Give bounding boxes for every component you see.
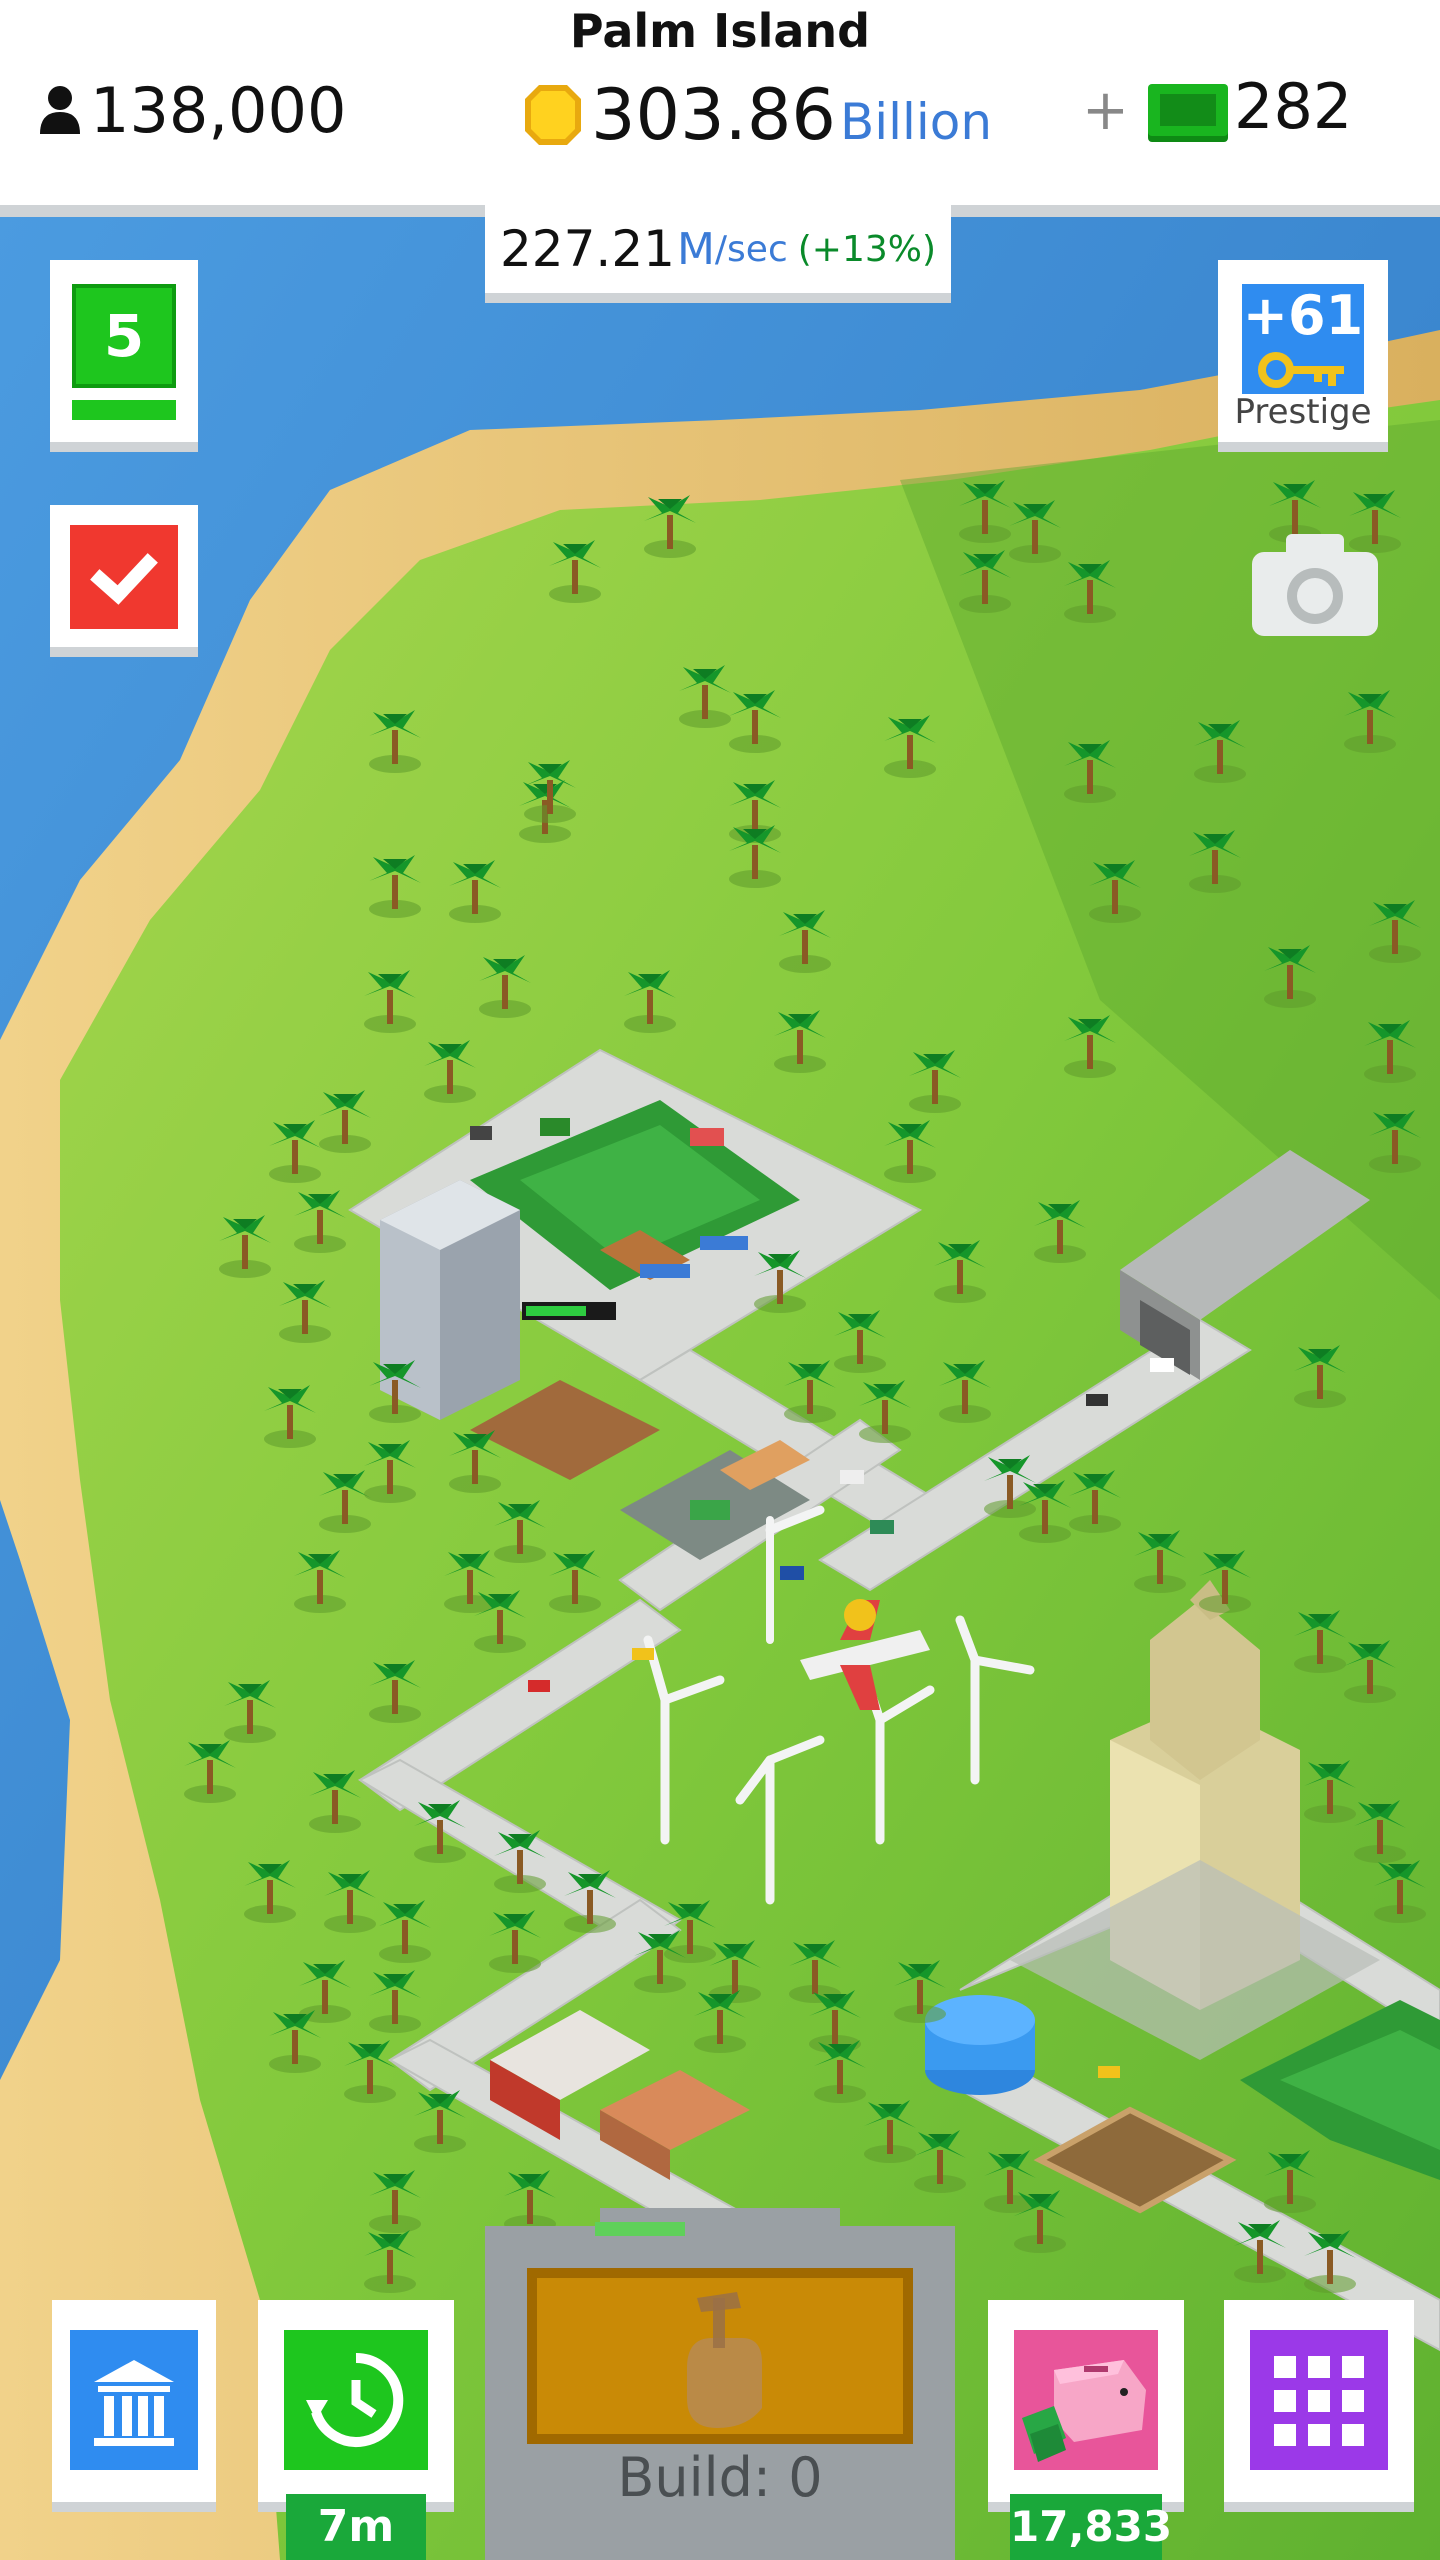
population-value: 138,000 — [90, 73, 347, 147]
bank-button[interactable] — [52, 2300, 216, 2512]
menu-button[interactable] — [1224, 2300, 1414, 2512]
build-icon-bg — [527, 2268, 913, 2444]
income-rate-bonus: (+13%) — [797, 228, 937, 270]
money-counter: 303.86 Billion — [525, 70, 992, 160]
person-icon — [40, 86, 80, 134]
piggy-bank-button[interactable] — [988, 2300, 1184, 2512]
menu-icon-bg — [1250, 2330, 1388, 2470]
boost-icon-bg — [284, 2330, 428, 2470]
prestige-button[interactable]: +61 Prestige — [1218, 260, 1388, 452]
level-button[interactable]: 5 — [50, 260, 198, 452]
piggy-bank-value: 17,833 — [1010, 2494, 1172, 2560]
coin-icon — [525, 85, 581, 145]
prestige-label: Prestige — [1234, 392, 1372, 432]
cash-note-icon — [1148, 84, 1228, 136]
checkmark-icon — [90, 553, 158, 605]
income-rate-value: 227.21 — [499, 220, 675, 278]
boost-timer: 7m — [286, 2494, 426, 2560]
camera-icon[interactable] — [1248, 530, 1382, 640]
level-progress-bar — [72, 400, 176, 420]
tasks-icon-bg — [70, 525, 178, 629]
money-value: 303.86 — [591, 74, 836, 156]
income-rate: 227.21 M /sec (+13%) — [485, 205, 951, 303]
tasks-button[interactable] — [50, 505, 198, 657]
build-progress-light — [595, 2222, 685, 2236]
prestige-keys: +61 — [1242, 284, 1364, 347]
hammer-hand-icon — [687, 2292, 762, 2428]
piggy-icon-bg — [1014, 2330, 1158, 2470]
grid-icon — [1274, 2356, 1364, 2446]
cash-value: 282 — [1234, 70, 1353, 143]
clock-refresh-icon — [306, 2352, 404, 2447]
build-label: Build: 0 — [617, 2446, 823, 2509]
island-name: Palm Island — [569, 4, 871, 58]
bank-icon — [94, 2360, 174, 2446]
money-unit: Billion — [839, 93, 993, 151]
boost-button[interactable] — [258, 2300, 454, 2512]
piggy-bank-icon — [1022, 2360, 1146, 2462]
income-rate-per: /sec — [714, 228, 788, 270]
population-counter: 138,000 — [38, 70, 346, 150]
bank-icon-bg — [70, 2330, 198, 2470]
income-rate-unit: M — [676, 223, 715, 275]
add-cash-button[interactable]: + — [1082, 78, 1129, 143]
build-button[interactable]: Build: 0 — [485, 2208, 955, 2560]
level-value: 5 — [72, 284, 176, 388]
